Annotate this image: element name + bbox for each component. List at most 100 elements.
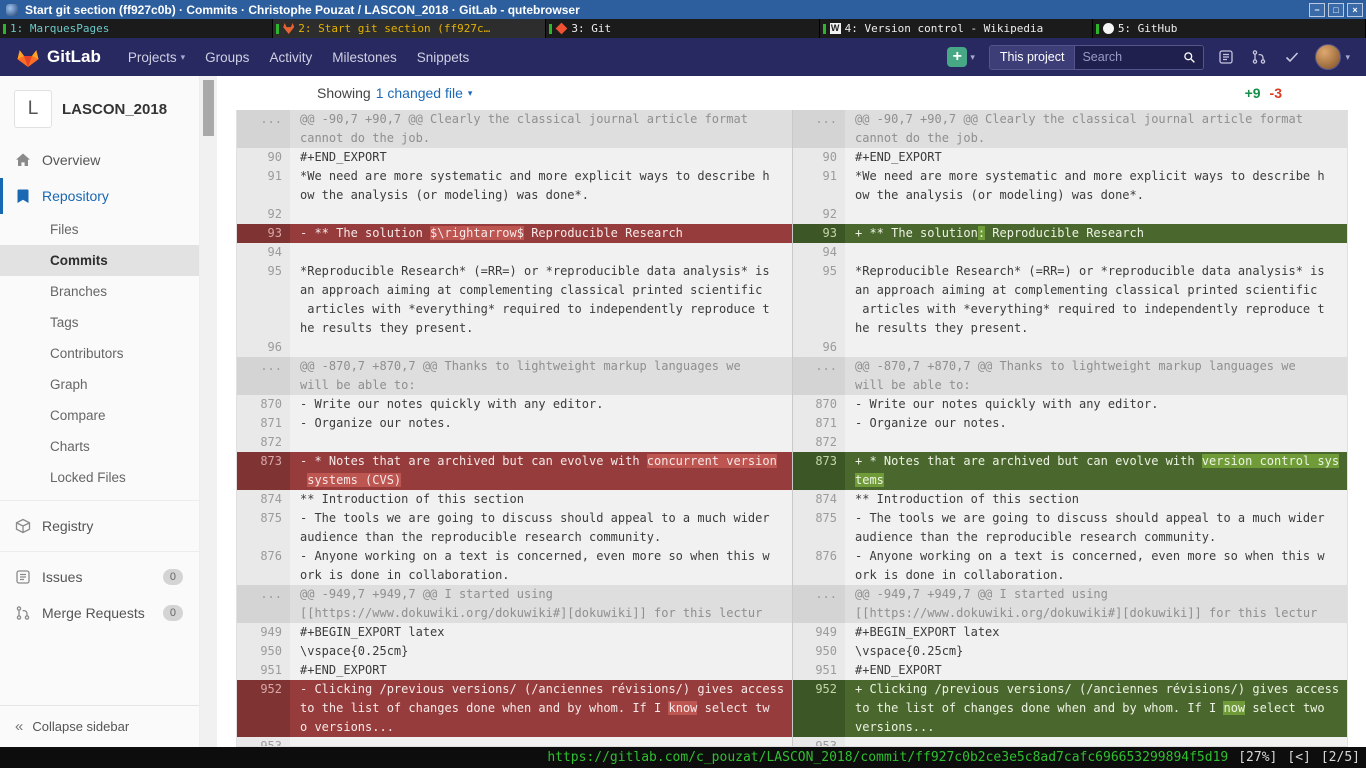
old-line-number[interactable]: 92	[237, 205, 290, 224]
new-line-number[interactable]: 93	[792, 224, 845, 243]
user-menu[interactable]: ▾	[1315, 44, 1350, 70]
sidebar-item-issues[interactable]: Issues0	[0, 559, 199, 595]
sidebar-item-charts[interactable]: Charts	[0, 431, 199, 462]
new-line-number[interactable]: 95	[792, 262, 845, 338]
new-line-number[interactable]: 871	[792, 414, 845, 433]
nav-link-milestones[interactable]: Milestones	[323, 50, 406, 65]
new-line-number[interactable]: 91	[792, 167, 845, 205]
old-line-number[interactable]: 871	[237, 414, 290, 433]
sidebar-item-registry[interactable]: Registry	[0, 508, 199, 544]
changed-files-dropdown[interactable]: 1 changed file	[376, 85, 463, 101]
new-line-number[interactable]: 873	[792, 452, 845, 490]
new-line-number[interactable]: 953	[792, 737, 845, 747]
new-line-number[interactable]: 876	[792, 547, 845, 585]
minimize-button[interactable]: −	[1309, 3, 1325, 17]
new-dropdown-button[interactable]: + ▾	[947, 47, 975, 67]
nav-link-activity[interactable]: Activity	[260, 50, 321, 65]
old-line-number[interactable]: 950	[237, 642, 290, 661]
project-link[interactable]: L LASCON_2018	[0, 76, 199, 142]
browser-tab[interactable]: 1: MarquesPages	[0, 19, 273, 38]
issues-icon[interactable]	[1218, 49, 1235, 66]
browser-tab[interactable]: 2: Start git section (ff927c…	[273, 19, 546, 38]
new-line-number[interactable]: 874	[792, 490, 845, 509]
code-line: ** Introduction of this section	[300, 490, 792, 509]
new-line-number[interactable]: 949	[792, 623, 845, 642]
browser-tab[interactable]: W4: Version control - Wikipedia	[820, 19, 1093, 38]
sidebar-item-merge-requests[interactable]: Merge Requests0	[0, 595, 199, 631]
sidebar-item-overview[interactable]: Overview	[0, 142, 199, 178]
old-line-number[interactable]: 90	[237, 148, 290, 167]
new-line-number[interactable]: 950	[792, 642, 845, 661]
sidebar-item-tags[interactable]: Tags	[0, 307, 199, 338]
new-line-number[interactable]: 951	[792, 661, 845, 680]
window-controls: −□×	[1309, 3, 1363, 17]
sidebar-item-label: Registry	[42, 518, 93, 534]
sidebar-item-locked-files[interactable]: Locked Files	[0, 462, 199, 493]
search-scope-button[interactable]: This project	[990, 46, 1076, 69]
maximize-button[interactable]: □	[1328, 3, 1344, 17]
nav-link-projects[interactable]: Projects▾	[119, 50, 194, 65]
old-line-number[interactable]: 874	[237, 490, 290, 509]
left-code-cell: ** Introduction of this section	[290, 490, 792, 509]
sidebar-item-files[interactable]: Files	[0, 214, 199, 245]
old-line-number[interactable]: 96	[237, 338, 290, 357]
right-code-cell: - Write our notes quickly with any edito…	[845, 395, 1347, 414]
sidebar-item-contributors[interactable]: Contributors	[0, 338, 199, 369]
right-code-cell	[845, 433, 1347, 452]
tab-load-indicator	[3, 24, 6, 34]
window-titlebar: Start git section (ff927c0b) · Commits ·…	[0, 0, 1366, 19]
old-line-number[interactable]: 876	[237, 547, 290, 585]
gitlab-logo[interactable]: GitLab	[16, 45, 101, 69]
scrollbar-track[interactable]	[200, 76, 217, 747]
scrollbar-thumb[interactable]	[203, 80, 214, 136]
sidebar-item-commits[interactable]: Commits	[0, 245, 199, 276]
tab-label: 5: GitHub	[1118, 22, 1178, 35]
todo-check-icon[interactable]	[1284, 49, 1301, 66]
code-line: he results they present.	[300, 319, 792, 338]
nav-link-label: Groups	[205, 50, 249, 65]
qutebrowser-icon	[6, 4, 18, 16]
new-line-number[interactable]: 952	[792, 680, 845, 737]
code-line: - Anyone working on a text is concerned,…	[855, 547, 1347, 566]
new-line-number[interactable]: 96	[792, 338, 845, 357]
left-code-cell: - * Notes that are archived but can evol…	[290, 452, 792, 490]
old-line-number[interactable]: 91	[237, 167, 290, 205]
old-line-number[interactable]: 953	[237, 737, 290, 747]
new-line-number[interactable]: 870	[792, 395, 845, 414]
old-line-number[interactable]: 949	[237, 623, 290, 642]
search-input[interactable]: Search	[1075, 46, 1203, 69]
old-line-number[interactable]: 951	[237, 661, 290, 680]
old-line-number[interactable]: 95	[237, 262, 290, 338]
new-line-number[interactable]: 92	[792, 205, 845, 224]
code-line: cannot do the job.	[300, 129, 792, 148]
diff-row: ...@@ -949,7 +949,7 @@ I started using[[…	[237, 585, 1347, 623]
collapse-sidebar-button[interactable]: « Collapse sidebar	[0, 705, 199, 747]
gitlab-logo-text: GitLab	[47, 47, 101, 67]
nav-link-snippets[interactable]: Snippets	[408, 50, 479, 65]
new-line-number[interactable]: 90	[792, 148, 845, 167]
browser-tab[interactable]: 5: GitHub	[1093, 19, 1366, 38]
right-code-cell: @@ -949,7 +949,7 @@ I started using[[htt…	[845, 585, 1347, 623]
statusbar-url: https://gitlab.com/c_pouzat/LASCON_2018/…	[547, 750, 1228, 765]
old-line-number[interactable]: 870	[237, 395, 290, 414]
old-line-number[interactable]: 872	[237, 433, 290, 452]
new-line-number[interactable]: 94	[792, 243, 845, 262]
code-line: - * Notes that are archived but can evol…	[300, 452, 792, 471]
nav-link-groups[interactable]: Groups	[196, 50, 258, 65]
sidebar-item-repository[interactable]: Repository	[0, 178, 199, 214]
old-line-number[interactable]: 952	[237, 680, 290, 737]
left-code-cell: @@ -870,7 +870,7 @@ Thanks to lightweigh…	[290, 357, 792, 395]
old-line-number[interactable]: 93	[237, 224, 290, 243]
merge-request-icon[interactable]	[1251, 49, 1268, 66]
new-line-number[interactable]: 875	[792, 509, 845, 547]
close-button[interactable]: ×	[1347, 3, 1363, 17]
code-line: @@ -870,7 +870,7 @@ Thanks to lightweigh…	[300, 357, 792, 376]
old-line-number[interactable]: 94	[237, 243, 290, 262]
sidebar-item-branches[interactable]: Branches	[0, 276, 199, 307]
old-line-number[interactable]: 873	[237, 452, 290, 490]
old-line-number[interactable]: 875	[237, 509, 290, 547]
sidebar-item-compare[interactable]: Compare	[0, 400, 199, 431]
browser-tab[interactable]: 3: Git	[546, 19, 819, 38]
new-line-number[interactable]: 872	[792, 433, 845, 452]
sidebar-item-graph[interactable]: Graph	[0, 369, 199, 400]
